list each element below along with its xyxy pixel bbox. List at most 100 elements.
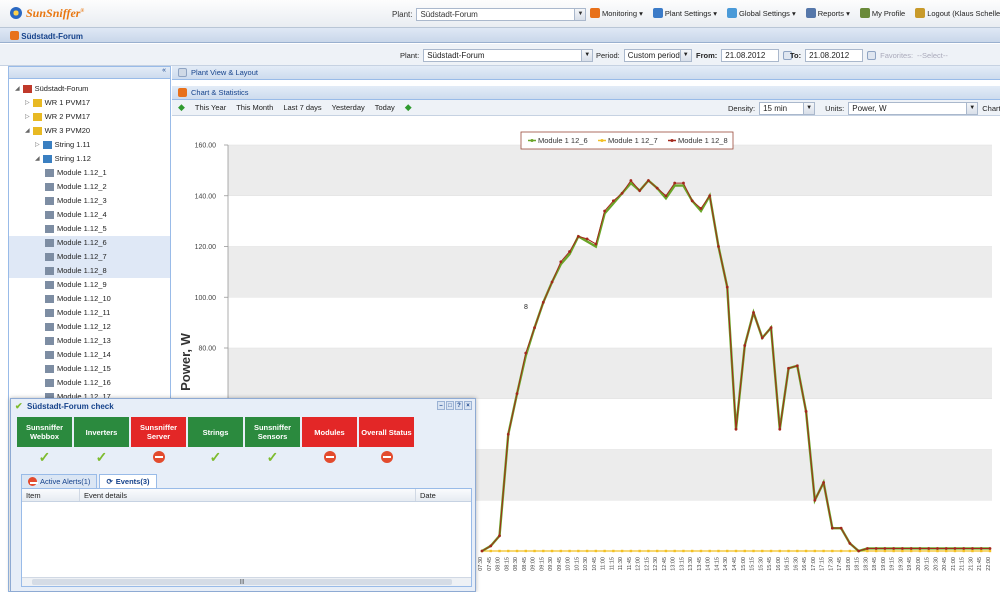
filter-plant-combo[interactable]: Südstadt-Forum ▼ [423,49,594,62]
calendar-icon[interactable] [867,51,877,60]
tree-node[interactable]: Module 1.12_14 [9,348,170,362]
from-date-field[interactable]: 21.08.2012 [721,49,780,62]
col-event-details[interactable]: Event details [80,489,416,501]
tree-node[interactable]: Module 1.12_12 [9,320,170,334]
tree-node[interactable]: Module 1.12_10 [9,292,170,306]
tree-node[interactable]: ◢ WR 3 PVM20 [9,124,170,138]
x-tick-label: 21:00 [951,557,957,571]
tree-node[interactable]: Module 1.12_9 [9,278,170,292]
data-point [769,549,773,553]
tree-node[interactable]: ▷ String 1.11 [9,138,170,152]
grid-band [228,145,992,196]
x-tick-label: 19:30 [898,557,904,571]
plant-view-header[interactable]: Plant View & Layout [172,66,1000,80]
tab-active-alerts[interactable]: Active Alerts(1) [21,474,98,488]
expand-arrow-icon[interactable]: ◢ [15,82,20,96]
chart-stats-header[interactable]: Chart & Statistics [172,86,1000,100]
range-0[interactable]: This Year [195,103,226,112]
col-item[interactable]: Item [22,489,80,501]
tree-node[interactable]: Module 1.12_4 [9,208,170,222]
maximize-icon[interactable]: □ [446,401,454,410]
x-tick-label: 18:30 [863,557,869,571]
tree-node[interactable]: ◢ String 1.12 [9,152,170,166]
node-icon [45,337,54,345]
data-point [620,191,624,195]
tree-node[interactable]: Module 1.12_15 [9,362,170,376]
density-combo[interactable]: 15 min ▼ [759,102,816,115]
status-check[interactable]: Sunsniffer Webbox ✓ [17,417,72,467]
expand-arrow-icon[interactable]: ▷ [25,110,30,124]
x-tick-label: 17:45 [837,557,843,571]
data-point [980,549,983,553]
status-check[interactable]: Modules [302,417,357,467]
help-icon[interactable]: ? [455,401,463,410]
range-3[interactable]: Yesterday [332,103,365,112]
tree-node[interactable]: Module 1.12_13 [9,334,170,348]
data-point [638,189,642,193]
tree-node[interactable]: ◢ Südstadt-Forum [9,82,170,96]
prev-arrow-icon[interactable]: ◆ [178,102,185,113]
status-check[interactable]: Sunsniffer Server [131,417,186,467]
next-arrow-icon[interactable]: ◆ [405,102,412,113]
chevron-down-icon[interactable]: ▼ [803,103,815,114]
chevron-down-icon[interactable]: ▼ [966,103,978,114]
status-check[interactable]: Strings ✓ [188,417,243,467]
dialog-title-bar[interactable]: ✔ Südstadt-Forum check – □ ? × [11,399,475,414]
expand-arrow-icon[interactable]: ▷ [35,138,40,152]
node-icon [45,183,54,191]
tree-node[interactable]: Module 1.12_5 [9,222,170,236]
tree-node[interactable]: ▷ WR 1 PVM17 [9,96,170,110]
range-2[interactable]: Last 7 days [283,103,321,112]
data-point [769,326,773,330]
tree-node[interactable]: Module 1.12_2 [9,180,170,194]
minimize-icon[interactable]: – [437,401,445,410]
plant-combo[interactable]: Südstadt-Forum ▼ [416,8,587,21]
chevron-down-icon[interactable]: ▼ [581,50,593,61]
x-tick-label: 14:00 [706,557,712,571]
tree-node[interactable]: Module 1.12_8 [9,264,170,278]
y-tick-label: 80.00 [198,346,216,353]
tree-node[interactable]: Module 1.12_3 [9,194,170,208]
period-combo[interactable]: Custom period ▼ [623,49,692,62]
status-check[interactable]: Sunsniffer Sensors ✓ [245,417,300,467]
expand-arrow-icon[interactable]: ◢ [25,124,30,138]
node-icon [45,351,54,359]
tree-node[interactable]: Module 1.12_16 [9,376,170,390]
chevron-down-icon[interactable]: ▼ [574,9,586,20]
legend-marker [530,139,534,142]
data-point [761,549,764,553]
expand-arrow-icon[interactable]: ◢ [35,152,40,166]
menu-item-4[interactable]: My Profile [859,8,905,18]
range-1[interactable]: This Month [236,103,273,112]
app-logo[interactable]: SunSniffer® [10,6,84,21]
tree-node[interactable]: Module 1.12_1 [9,166,170,180]
col-date[interactable]: Date [416,489,471,501]
menu-item-5[interactable]: Logout (Klaus Scheller) [915,8,1000,18]
status-check[interactable]: Inverters ✓ [74,417,129,467]
expand-arrow-icon[interactable]: ▷ [25,96,30,110]
tree-node[interactable]: Module 1.12_7 [9,250,170,264]
x-tick-label: 11:45 [627,557,633,570]
tree-node[interactable]: ▷ WR 2 PVM17 [9,110,170,124]
close-icon[interactable]: × [464,401,472,410]
favorites-select[interactable]: --Select-- [917,51,948,60]
menu-item-1[interactable]: Plant Settings ▾ [652,8,717,18]
tree-node[interactable]: Module 1.12_11 [9,306,170,320]
collapse-panel-icon[interactable]: « [9,67,170,79]
menu-item-2[interactable]: Global Settings ▾ [727,8,796,18]
range-4[interactable]: Today [375,103,395,112]
menu-item-0[interactable]: Monitoring ▾ [590,8,643,18]
horizontal-scrollbar[interactable]: ||| [22,577,471,586]
tab-events[interactable]: ⟳ Events(3) [99,474,157,488]
status-check[interactable]: Overall Status [359,417,414,467]
to-date-field[interactable]: 21.08.2012 [805,49,864,62]
data-point [576,234,580,238]
data-point [559,549,563,553]
menu-item-3[interactable]: Reports ▾ [805,8,850,18]
data-point [550,280,554,284]
tree-node[interactable]: Module 1.12_6 [9,236,170,250]
x-tick-label: 16:30 [793,557,799,571]
node-icon [42,155,52,163]
units-combo[interactable]: Power, W ▼ [848,102,979,115]
chevron-down-icon[interactable]: ▼ [679,50,691,61]
